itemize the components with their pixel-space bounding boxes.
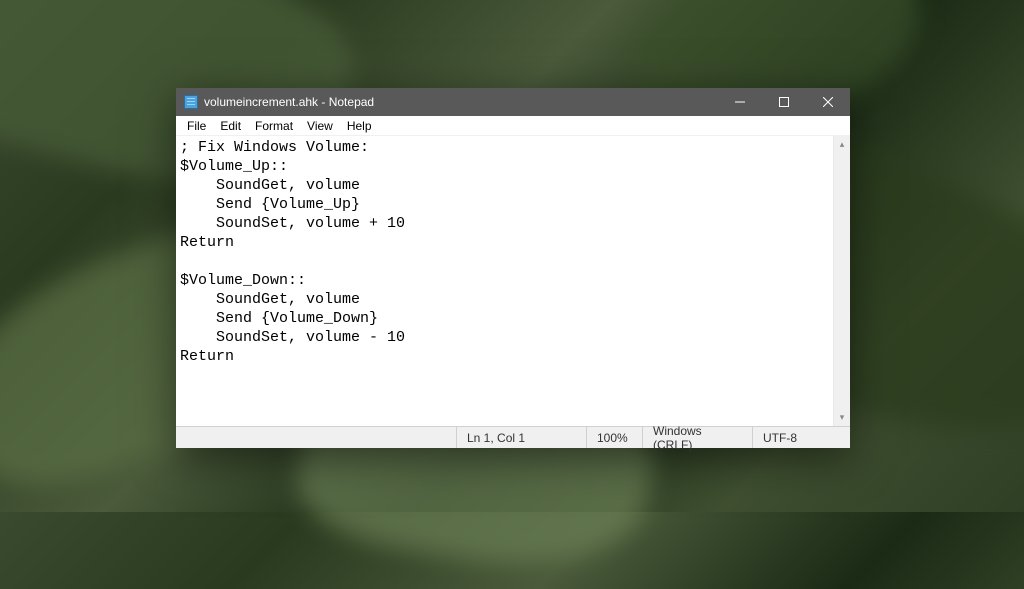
- text-editor[interactable]: ; Fix Windows Volume: $Volume_Up:: Sound…: [176, 136, 833, 426]
- notepad-window: volumeincrement.ahk - Notepad File Edit …: [176, 88, 850, 448]
- status-encoding: UTF-8: [752, 427, 850, 448]
- status-spacer: [176, 427, 456, 448]
- menu-view[interactable]: View: [300, 118, 340, 134]
- editor-area: ; Fix Windows Volume: $Volume_Up:: Sound…: [176, 136, 850, 426]
- maximize-button[interactable]: [762, 88, 806, 116]
- scroll-down-icon[interactable]: ▾: [834, 409, 850, 426]
- statusbar: Ln 1, Col 1 100% Windows (CRLF) UTF-8: [176, 426, 850, 448]
- notepad-icon: [184, 95, 198, 109]
- menu-file[interactable]: File: [180, 118, 213, 134]
- menu-format[interactable]: Format: [248, 118, 300, 134]
- close-button[interactable]: [806, 88, 850, 116]
- status-zoom: 100%: [586, 427, 642, 448]
- status-line-ending: Windows (CRLF): [642, 427, 752, 448]
- menu-edit[interactable]: Edit: [213, 118, 248, 134]
- window-title: volumeincrement.ahk - Notepad: [204, 95, 718, 109]
- menu-help[interactable]: Help: [340, 118, 379, 134]
- scroll-up-icon[interactable]: ▴: [834, 136, 850, 153]
- vertical-scrollbar[interactable]: ▴ ▾: [833, 136, 850, 426]
- titlebar[interactable]: volumeincrement.ahk - Notepad: [176, 88, 850, 116]
- status-cursor-position: Ln 1, Col 1: [456, 427, 586, 448]
- minimize-button[interactable]: [718, 88, 762, 116]
- menubar: File Edit Format View Help: [176, 116, 850, 136]
